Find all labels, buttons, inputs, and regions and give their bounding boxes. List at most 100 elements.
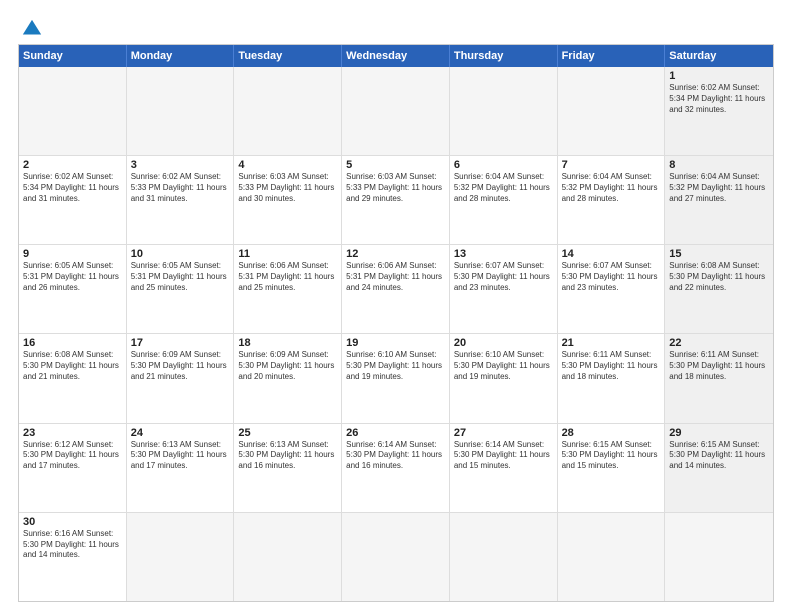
day-info: Sunrise: 6:04 AM Sunset: 5:32 PM Dayligh…	[562, 172, 661, 204]
day-number: 15	[669, 248, 769, 260]
calendar-cell: 15Sunrise: 6:08 AM Sunset: 5:30 PM Dayli…	[665, 245, 773, 334]
day-info: Sunrise: 6:07 AM Sunset: 5:30 PM Dayligh…	[562, 261, 661, 293]
day-info: Sunrise: 6:06 AM Sunset: 5:31 PM Dayligh…	[238, 261, 337, 293]
day-number: 9	[23, 248, 122, 260]
calendar-cell: 8Sunrise: 6:04 AM Sunset: 5:32 PM Daylig…	[665, 156, 773, 245]
day-number: 23	[23, 427, 122, 439]
day-info: Sunrise: 6:04 AM Sunset: 5:32 PM Dayligh…	[669, 172, 769, 204]
calendar-cell: 6Sunrise: 6:04 AM Sunset: 5:32 PM Daylig…	[450, 156, 558, 245]
day-info: Sunrise: 6:11 AM Sunset: 5:30 PM Dayligh…	[669, 350, 769, 382]
day-info: Sunrise: 6:06 AM Sunset: 5:31 PM Dayligh…	[346, 261, 445, 293]
calendar-body: 1Sunrise: 6:02 AM Sunset: 5:34 PM Daylig…	[19, 67, 773, 601]
calendar-cell	[665, 513, 773, 601]
calendar-cell: 2Sunrise: 6:02 AM Sunset: 5:34 PM Daylig…	[19, 156, 127, 245]
calendar-cell: 30Sunrise: 6:16 AM Sunset: 5:30 PM Dayli…	[19, 513, 127, 601]
day-info: Sunrise: 6:10 AM Sunset: 5:30 PM Dayligh…	[454, 350, 553, 382]
day-number: 14	[562, 248, 661, 260]
day-number: 16	[23, 337, 122, 349]
day-number: 8	[669, 159, 769, 171]
calendar-cell: 22Sunrise: 6:11 AM Sunset: 5:30 PM Dayli…	[665, 334, 773, 423]
calendar: SundayMondayTuesdayWednesdayThursdayFrid…	[18, 44, 774, 602]
header	[18, 18, 774, 36]
day-info: Sunrise: 6:03 AM Sunset: 5:33 PM Dayligh…	[238, 172, 337, 204]
calendar-cell	[342, 513, 450, 601]
day-number: 12	[346, 248, 445, 260]
calendar-cell: 29Sunrise: 6:15 AM Sunset: 5:30 PM Dayli…	[665, 424, 773, 513]
day-number: 17	[131, 337, 230, 349]
calendar-day-header: Monday	[127, 45, 235, 67]
calendar-cell: 16Sunrise: 6:08 AM Sunset: 5:30 PM Dayli…	[19, 334, 127, 423]
day-info: Sunrise: 6:11 AM Sunset: 5:30 PM Dayligh…	[562, 350, 661, 382]
day-info: Sunrise: 6:03 AM Sunset: 5:33 PM Dayligh…	[346, 172, 445, 204]
calendar-cell	[558, 67, 666, 156]
day-info: Sunrise: 6:14 AM Sunset: 5:30 PM Dayligh…	[454, 440, 553, 472]
calendar-cell	[342, 67, 450, 156]
day-number: 7	[562, 159, 661, 171]
calendar-cell: 28Sunrise: 6:15 AM Sunset: 5:30 PM Dayli…	[558, 424, 666, 513]
day-number: 18	[238, 337, 337, 349]
day-info: Sunrise: 6:10 AM Sunset: 5:30 PM Dayligh…	[346, 350, 445, 382]
calendar-cell	[127, 513, 235, 601]
day-number: 10	[131, 248, 230, 260]
day-number: 26	[346, 427, 445, 439]
calendar-cell: 17Sunrise: 6:09 AM Sunset: 5:30 PM Dayli…	[127, 334, 235, 423]
day-number: 2	[23, 159, 122, 171]
day-number: 30	[23, 516, 122, 528]
day-info: Sunrise: 6:05 AM Sunset: 5:31 PM Dayligh…	[131, 261, 230, 293]
day-info: Sunrise: 6:09 AM Sunset: 5:30 PM Dayligh…	[131, 350, 230, 382]
day-number: 28	[562, 427, 661, 439]
day-info: Sunrise: 6:04 AM Sunset: 5:32 PM Dayligh…	[454, 172, 553, 204]
calendar-cell: 3Sunrise: 6:02 AM Sunset: 5:33 PM Daylig…	[127, 156, 235, 245]
calendar-cell	[234, 67, 342, 156]
day-number: 27	[454, 427, 553, 439]
calendar-cell: 1Sunrise: 6:02 AM Sunset: 5:34 PM Daylig…	[665, 67, 773, 156]
calendar-day-header: Sunday	[19, 45, 127, 67]
day-info: Sunrise: 6:08 AM Sunset: 5:30 PM Dayligh…	[23, 350, 122, 382]
day-number: 24	[131, 427, 230, 439]
day-number: 3	[131, 159, 230, 171]
calendar-cell: 12Sunrise: 6:06 AM Sunset: 5:31 PM Dayli…	[342, 245, 450, 334]
calendar-cell	[127, 67, 235, 156]
calendar-cell	[234, 513, 342, 601]
calendar-cell: 5Sunrise: 6:03 AM Sunset: 5:33 PM Daylig…	[342, 156, 450, 245]
day-info: Sunrise: 6:02 AM Sunset: 5:33 PM Dayligh…	[131, 172, 230, 204]
calendar-cell: 23Sunrise: 6:12 AM Sunset: 5:30 PM Dayli…	[19, 424, 127, 513]
calendar-cell: 7Sunrise: 6:04 AM Sunset: 5:32 PM Daylig…	[558, 156, 666, 245]
day-number: 19	[346, 337, 445, 349]
calendar-cell	[450, 67, 558, 156]
logo-icon	[21, 18, 43, 40]
calendar-cell	[558, 513, 666, 601]
day-info: Sunrise: 6:14 AM Sunset: 5:30 PM Dayligh…	[346, 440, 445, 472]
calendar-day-header: Friday	[558, 45, 666, 67]
day-info: Sunrise: 6:09 AM Sunset: 5:30 PM Dayligh…	[238, 350, 337, 382]
day-number: 25	[238, 427, 337, 439]
day-info: Sunrise: 6:15 AM Sunset: 5:30 PM Dayligh…	[669, 440, 769, 472]
day-number: 4	[238, 159, 337, 171]
day-info: Sunrise: 6:07 AM Sunset: 5:30 PM Dayligh…	[454, 261, 553, 293]
calendar-cell: 20Sunrise: 6:10 AM Sunset: 5:30 PM Dayli…	[450, 334, 558, 423]
calendar-cell: 13Sunrise: 6:07 AM Sunset: 5:30 PM Dayli…	[450, 245, 558, 334]
day-info: Sunrise: 6:15 AM Sunset: 5:30 PM Dayligh…	[562, 440, 661, 472]
day-number: 5	[346, 159, 445, 171]
day-info: Sunrise: 6:05 AM Sunset: 5:31 PM Dayligh…	[23, 261, 122, 293]
calendar-cell: 9Sunrise: 6:05 AM Sunset: 5:31 PM Daylig…	[19, 245, 127, 334]
calendar-cell: 26Sunrise: 6:14 AM Sunset: 5:30 PM Dayli…	[342, 424, 450, 513]
day-info: Sunrise: 6:12 AM Sunset: 5:30 PM Dayligh…	[23, 440, 122, 472]
calendar-header: SundayMondayTuesdayWednesdayThursdayFrid…	[19, 45, 773, 67]
calendar-cell: 18Sunrise: 6:09 AM Sunset: 5:30 PM Dayli…	[234, 334, 342, 423]
day-number: 6	[454, 159, 553, 171]
day-number: 1	[669, 70, 769, 82]
day-number: 21	[562, 337, 661, 349]
day-info: Sunrise: 6:16 AM Sunset: 5:30 PM Dayligh…	[23, 529, 122, 561]
day-info: Sunrise: 6:02 AM Sunset: 5:34 PM Dayligh…	[669, 83, 769, 115]
calendar-cell: 27Sunrise: 6:14 AM Sunset: 5:30 PM Dayli…	[450, 424, 558, 513]
calendar-cell	[19, 67, 127, 156]
day-number: 22	[669, 337, 769, 349]
calendar-cell: 11Sunrise: 6:06 AM Sunset: 5:31 PM Dayli…	[234, 245, 342, 334]
calendar-cell: 21Sunrise: 6:11 AM Sunset: 5:30 PM Dayli…	[558, 334, 666, 423]
calendar-cell: 4Sunrise: 6:03 AM Sunset: 5:33 PM Daylig…	[234, 156, 342, 245]
day-number: 20	[454, 337, 553, 349]
day-number: 29	[669, 427, 769, 439]
calendar-cell: 14Sunrise: 6:07 AM Sunset: 5:30 PM Dayli…	[558, 245, 666, 334]
calendar-cell: 10Sunrise: 6:05 AM Sunset: 5:31 PM Dayli…	[127, 245, 235, 334]
